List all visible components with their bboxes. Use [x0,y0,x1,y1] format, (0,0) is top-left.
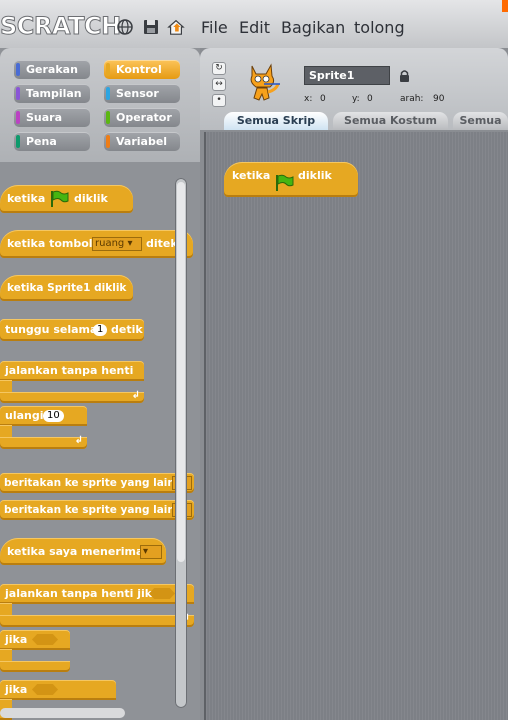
loop-arrow-icon: ↲ [74,435,83,446]
loop-arrow-icon: ↲ [131,390,140,401]
block-when-flag-clicked[interactable]: ketika diklik [0,185,133,213]
direction-label: arah: [400,94,424,104]
block-wait-seconds[interactable]: tunggu selama 1 detik [0,319,144,341]
menu-help[interactable]: tolong [354,18,405,37]
y-label: y: [352,94,360,104]
condition-slot[interactable] [149,588,175,599]
lock-icon[interactable] [399,69,410,82]
menu-file[interactable]: File [201,18,228,37]
block-text: ulangi [5,409,44,422]
direction-value: 90 [433,94,445,104]
category-pen[interactable]: Pena [14,132,90,151]
x-label: x: [304,94,313,104]
category-label: Suara [26,111,63,124]
block-text: tunggu selama [5,323,98,336]
scratch-logo: SCRATCH [0,12,122,41]
block-text: beritakan ke sprite yang lain [4,504,175,516]
category-operators[interactable]: Operator [104,108,180,127]
green-flag-icon [276,174,294,191]
category-label: Gerakan [26,63,78,76]
block-broadcast-and-wait[interactable]: beritakan ke sprite yang lain [0,500,194,520]
category-sound[interactable]: Suara [14,108,90,127]
wait-value-field[interactable]: 1 [93,324,108,336]
c-block-bottom: ↲ [0,435,87,449]
block-if-else[interactable]: jika [0,680,116,700]
tab-costumes[interactable]: Semua Kostum [333,112,448,130]
block-text: ketika Sprite1 diklik [7,282,127,294]
block-if[interactable]: jika [0,630,70,650]
message-dropdown[interactable]: ▾ [140,545,162,559]
block-forever[interactable]: jalankan tanpa henti [0,361,144,381]
category-color-bar [106,63,110,76]
condition-slot[interactable] [32,684,58,695]
window-accent [502,0,508,12]
category-selector: Gerakan Kontrol Tampilan Sensor Suara Op… [0,48,200,162]
globe-icon[interactable] [116,18,134,36]
palette-horizontal-scrollbar[interactable] [0,708,125,718]
c-block-bottom [0,661,70,672]
sprite-info-header: ↻ ↔ • Sprite1 x: 0 y: 0 arah: 90 Semua S… [200,48,508,130]
category-label: Operator [116,111,172,124]
y-value: 0 [367,94,373,104]
category-label: Kontrol [116,63,162,76]
category-color-bar [16,111,20,124]
category-color-bar [16,135,20,148]
save-icon[interactable] [142,18,160,36]
block-text: detik [111,323,143,336]
category-motion[interactable]: Gerakan [14,60,90,79]
category-label: Variabel [116,135,168,148]
rotate-style-button[interactable]: ↻ [212,62,226,75]
menu-edit[interactable]: Edit [239,18,270,37]
tab-sounds[interactable]: Semua [453,112,508,130]
category-color-bar [16,63,20,76]
key-dropdown-value: ruang [95,238,125,249]
block-when-key-pressed[interactable]: ketika tombol ruang ▾ diteka [0,230,193,258]
block-text: diklik [74,192,108,205]
category-variables[interactable]: Variabel [104,132,180,151]
block-repeat[interactable]: ulangi 10 [0,406,87,426]
block-forever-if[interactable]: jalankan tanpa henti jika [0,584,194,604]
block-when-sprite-clicked[interactable]: ketika Sprite1 diklik [0,275,133,301]
category-control[interactable]: Kontrol [104,60,180,79]
block-broadcast[interactable]: beritakan ke sprite yang lain [0,473,194,493]
share-icon[interactable] [167,18,185,36]
menu-bar: SCRATCH File Edit Bagikan tolong [0,0,508,48]
no-rotate-button[interactable]: • [212,94,226,107]
category-color-bar [106,135,110,148]
key-dropdown[interactable]: ruang ▾ [92,237,142,251]
block-text: beritakan ke sprite yang lain [4,477,175,489]
category-label: Pena [26,135,57,148]
category-looks[interactable]: Tampilan [14,84,90,103]
script-block-when-flag-clicked[interactable]: ketika diklik [224,162,358,197]
category-color-bar [106,111,110,124]
block-text: diklik [298,169,332,182]
green-flag-icon [51,190,69,207]
sprite-name-field[interactable]: Sprite1 [304,66,390,85]
category-label: Tampilan [26,87,82,100]
c-block-bottom: ↲ [0,390,144,403]
flip-style-button[interactable]: ↔ [212,78,226,91]
script-area[interactable] [204,132,508,720]
category-label: Sensor [116,87,159,100]
block-text: ketika tombol [7,237,93,250]
condition-slot[interactable] [32,634,58,645]
palette-scroll-thumb[interactable] [177,182,185,562]
block-text: ketika [7,192,46,205]
category-sensing[interactable]: Sensor [104,84,180,103]
tab-scripts[interactable]: Semua Skrip [224,112,328,130]
block-when-i-receive[interactable]: ketika saya menerima ▾ [0,538,166,565]
block-text: ketika [232,169,271,182]
block-text: jika [5,683,28,696]
category-color-bar [16,87,20,100]
block-text: jalankan tanpa henti jika [5,587,160,600]
category-color-bar [106,87,110,100]
sprite-thumbnail-cat [250,63,280,101]
c-block-bottom: ↲ [0,613,194,627]
repeat-value-field[interactable]: 10 [43,410,64,422]
x-value: 0 [320,94,326,104]
block-text: ketika saya menerima [7,545,144,558]
block-text: jalankan tanpa henti [5,364,134,377]
block-text: jika [5,633,28,646]
menu-share[interactable]: Bagikan [281,18,345,37]
